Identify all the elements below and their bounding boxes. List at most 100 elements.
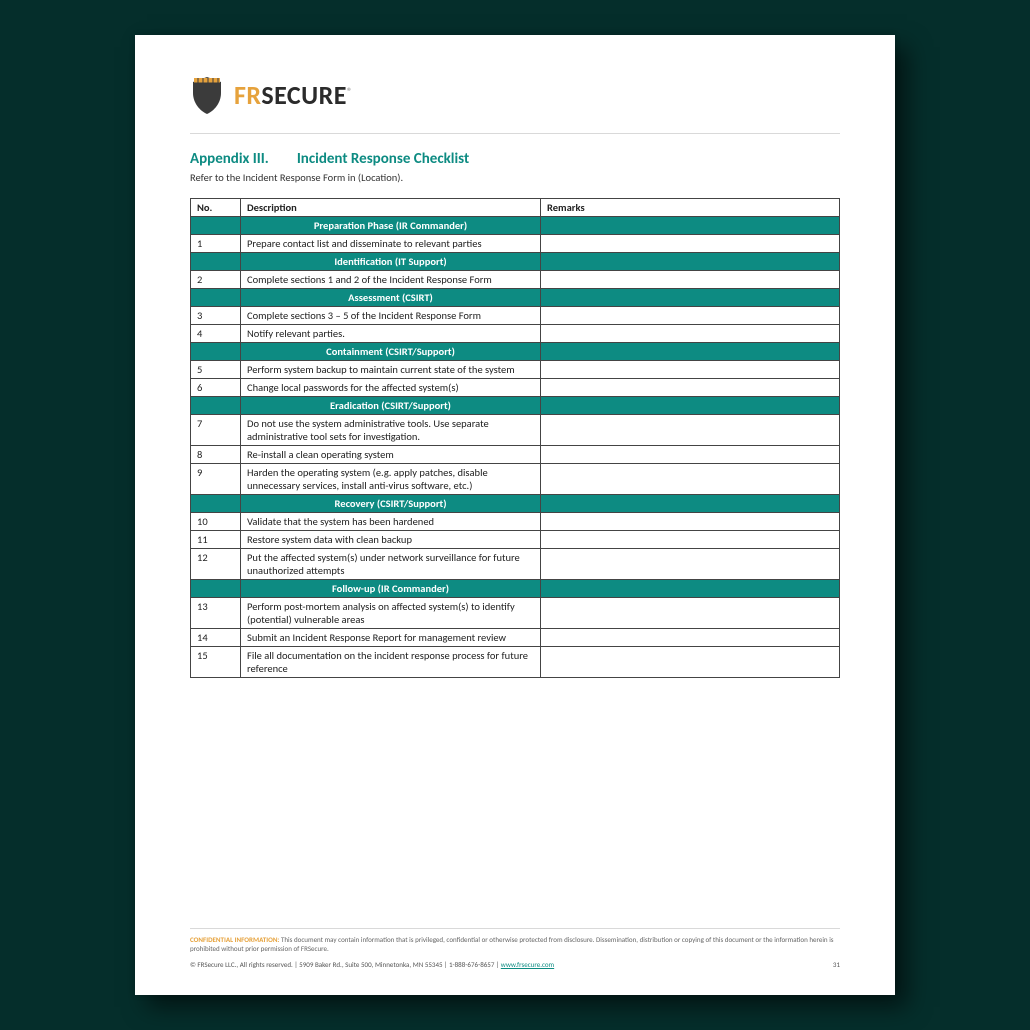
cell-no: 2 <box>191 271 241 289</box>
table-row: 6Change local passwords for the affected… <box>191 379 840 397</box>
table-header-row: No. Description Remarks <box>191 199 840 217</box>
cell-description: Harden the operating system (e.g. apply … <box>241 464 541 495</box>
shield-icon <box>190 75 224 115</box>
cell-description: File all documentation on the incident r… <box>241 647 541 678</box>
cell-no: 6 <box>191 379 241 397</box>
footer-link[interactable]: www.frsecure.com <box>501 960 554 969</box>
brand-main: SECURE <box>261 79 347 111</box>
cell-description: Perform post-mortem analysis on affected… <box>241 598 541 629</box>
table-row: 3Complete sections 3 – 5 of the Incident… <box>191 307 840 325</box>
page-title: Appendix III. Incident Response Checklist <box>190 150 840 168</box>
section-label: Recovery (CSIRT/Support) <box>241 495 541 513</box>
section-row: Identification (IT Support) <box>191 253 840 271</box>
section-blank <box>541 580 840 598</box>
table-row: 1Prepare contact list and disseminate to… <box>191 235 840 253</box>
table-body: Preparation Phase (IR Commander)1Prepare… <box>191 217 840 678</box>
table-row: 2Complete sections 1 and 2 of the Incide… <box>191 271 840 289</box>
section-label: Preparation Phase (IR Commander) <box>241 217 541 235</box>
checklist-table: No. Description Remarks Preparation Phas… <box>190 198 840 678</box>
cell-no: 1 <box>191 235 241 253</box>
section-label: Assessment (CSIRT) <box>241 289 541 307</box>
confidential-text: This document may contain information th… <box>190 935 834 953</box>
document-page: FRSECURE® Appendix III. Incident Response… <box>135 35 895 995</box>
cell-no: 4 <box>191 325 241 343</box>
confidential-notice: CONFIDENTIAL INFORMATION: This document … <box>190 935 840 954</box>
cell-remarks <box>541 271 840 289</box>
cell-description: Re-install a clean operating system <box>241 446 541 464</box>
section-blank <box>191 397 241 415</box>
section-row: Follow-up (IR Commander) <box>191 580 840 598</box>
cell-no: 12 <box>191 549 241 580</box>
table-row: 4Notify relevant parties. <box>191 325 840 343</box>
cell-no: 11 <box>191 531 241 549</box>
page-subtitle: Refer to the Incident Response Form in (… <box>190 171 840 184</box>
table-row: 11Restore system data with clean backup <box>191 531 840 549</box>
section-blank <box>541 253 840 271</box>
col-remarks: Remarks <box>541 199 840 217</box>
table-row: 7Do not use the system administrative to… <box>191 415 840 446</box>
section-row: Preparation Phase (IR Commander) <box>191 217 840 235</box>
page-container: FRSECURE® Appendix III. Incident Response… <box>135 35 895 995</box>
section-blank <box>191 580 241 598</box>
cell-remarks <box>541 629 840 647</box>
col-no: No. <box>191 199 241 217</box>
footer-rule <box>190 928 840 929</box>
table-row: 10Validate that the system has been hard… <box>191 513 840 531</box>
cell-description: Prepare contact list and disseminate to … <box>241 235 541 253</box>
cell-description: Validate that the system has been harden… <box>241 513 541 531</box>
table-row: 9Harden the operating system (e.g. apply… <box>191 464 840 495</box>
cell-no: 13 <box>191 598 241 629</box>
section-row: Assessment (CSIRT) <box>191 289 840 307</box>
cell-no: 8 <box>191 446 241 464</box>
table-row: 14Submit an Incident Response Report for… <box>191 629 840 647</box>
section-blank <box>541 217 840 235</box>
brand-accent: FR <box>234 79 261 111</box>
cell-remarks <box>541 446 840 464</box>
col-description: Description <box>241 199 541 217</box>
section-blank <box>191 495 241 513</box>
cell-description: Complete sections 1 and 2 of the Inciden… <box>241 271 541 289</box>
page-number: 31 <box>833 960 840 969</box>
table-row: 15File all documentation on the incident… <box>191 647 840 678</box>
copyright-row: © FRSecure LLC., All rights reserved. | … <box>190 960 840 969</box>
brand-header: FRSECURE® <box>190 75 840 115</box>
section-row: Containment (CSIRT/Support) <box>191 343 840 361</box>
section-blank <box>191 217 241 235</box>
cell-no: 5 <box>191 361 241 379</box>
section-label: Eradication (CSIRT/Support) <box>241 397 541 415</box>
cell-no: 14 <box>191 629 241 647</box>
cell-remarks <box>541 415 840 446</box>
section-blank <box>541 397 840 415</box>
table-row: 13Perform post-mortem analysis on affect… <box>191 598 840 629</box>
cell-remarks <box>541 598 840 629</box>
cell-remarks <box>541 379 840 397</box>
cell-description: Put the affected system(s) under network… <box>241 549 541 580</box>
header-rule <box>190 133 840 134</box>
cell-no: 7 <box>191 415 241 446</box>
cell-remarks <box>541 549 840 580</box>
confidential-label: CONFIDENTIAL INFORMATION: <box>190 935 279 944</box>
cell-description: Submit an Incident Response Report for m… <box>241 629 541 647</box>
section-label: Containment (CSIRT/Support) <box>241 343 541 361</box>
copyright-text: © FRSecure LLC., All rights reserved. | … <box>190 960 501 969</box>
section-blank <box>541 343 840 361</box>
section-row: Eradication (CSIRT/Support) <box>191 397 840 415</box>
appendix-label: Appendix III. <box>190 150 269 168</box>
cell-description: Restore system data with clean backup <box>241 531 541 549</box>
brand-registered: ® <box>347 84 353 97</box>
cell-no: 9 <box>191 464 241 495</box>
section-label: Follow-up (IR Commander) <box>241 580 541 598</box>
cell-no: 15 <box>191 647 241 678</box>
cell-no: 10 <box>191 513 241 531</box>
section-blank <box>541 495 840 513</box>
cell-description: Do not use the system administrative too… <box>241 415 541 446</box>
table-row: 12Put the affected system(s) under netwo… <box>191 549 840 580</box>
section-label: Identification (IT Support) <box>241 253 541 271</box>
section-blank <box>191 253 241 271</box>
cell-remarks <box>541 464 840 495</box>
cell-no: 3 <box>191 307 241 325</box>
title-name: Incident Response Checklist <box>297 150 469 168</box>
page-footer: CONFIDENTIAL INFORMATION: This document … <box>190 928 840 969</box>
brand-text: FRSECURE® <box>234 79 353 111</box>
cell-description: Notify relevant parties. <box>241 325 541 343</box>
